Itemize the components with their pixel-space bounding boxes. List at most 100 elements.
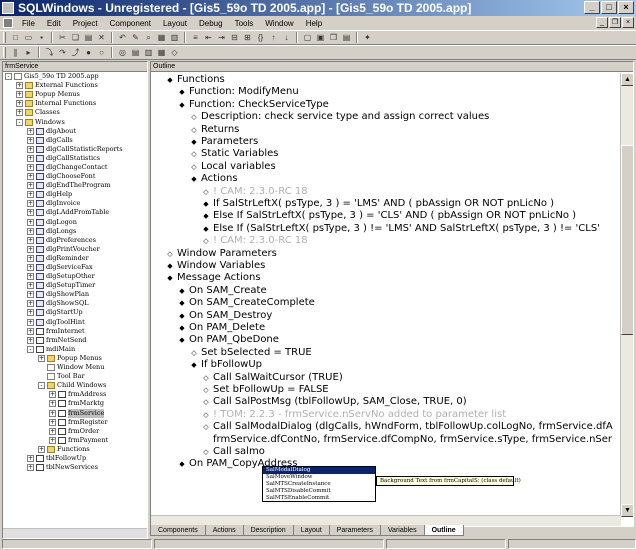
tree-item[interactable]: + Functions (3, 445, 147, 454)
outline-line[interactable]: ◆ On PAM_Delete (177, 322, 265, 334)
outline-line[interactable]: ◆ If bFollowUp (189, 359, 262, 371)
tree-item[interactable]: + dlgInvoice (3, 199, 147, 208)
tree-item[interactable]: + dlgShowPlan (3, 290, 147, 299)
toolbar-grip[interactable] (3, 32, 6, 43)
tree-item[interactable]: + dlgEndTheProgram (3, 181, 147, 190)
expand-icon[interactable]: + (27, 309, 34, 317)
expand-icon[interactable]: + (27, 127, 34, 135)
tree-item[interactable]: + tblFollowUp (3, 454, 147, 463)
tree-item[interactable]: + dlgLogon (3, 218, 147, 227)
outline-line[interactable]: ◆ If SalStrLeftX( psType, 3 ) = 'LMS' AND… (201, 198, 554, 210)
tree-item[interactable]: + dlgCallStatisticReports (3, 145, 147, 154)
expand-icon[interactable]: + (27, 318, 34, 326)
expand-icon[interactable]: + (27, 454, 34, 462)
filled-diamond-icon[interactable]: ◆ (177, 322, 187, 334)
expand-icon[interactable]: + (27, 182, 34, 190)
outline-line[interactable]: ◆ On SAM_CreateComplete (177, 297, 315, 309)
tile-icon[interactable]: ▤ (341, 32, 352, 43)
filled-diamond-icon[interactable]: ◆ (189, 136, 199, 148)
cascade-icon[interactable]: ❐ (328, 32, 339, 43)
outline-vertical-scrollbar[interactable]: ▲ ▼ (620, 73, 633, 517)
tab-outline[interactable]: Outline (423, 525, 464, 536)
tree-item[interactable]: + Classes (3, 108, 147, 117)
tab-parameters[interactable]: Parameters (328, 525, 381, 536)
hollow-diamond-icon[interactable]: ◇ (165, 248, 175, 260)
tree-item[interactable]: + dlgShowSQL (3, 299, 147, 308)
tree-item[interactable]: Window Menu (3, 363, 147, 372)
autocomplete-item[interactable]: SalMTSEnableCommit (263, 495, 375, 501)
outline-line[interactable]: ◆ Window Variables (165, 260, 265, 272)
collapse-icon[interactable]: - (38, 382, 45, 390)
hollow-diamond-icon[interactable]: ◇ (201, 372, 211, 384)
tree-horizontal-scrollbar[interactable] (3, 528, 147, 538)
close-button[interactable]: × (618, 1, 634, 14)
outline-line[interactable]: ◇ Call SalWaitCursor (TRUE) (201, 372, 342, 384)
expand-icon[interactable]: + (27, 236, 34, 244)
tree-item[interactable]: + Popup Menus (3, 354, 147, 363)
hollow-diamond-icon[interactable]: ◇ (201, 186, 211, 198)
collapse-icon[interactable]: - (27, 345, 34, 353)
outline-line[interactable]: ◇ Description: check service type and ass… (189, 111, 489, 123)
autocomplete-item[interactable]: SalModalDialog (263, 467, 375, 474)
filled-diamond-icon[interactable]: ◆ (177, 99, 187, 111)
outline-line[interactable]: ◇ Set bFollowUp = FALSE (201, 384, 328, 396)
filled-diamond-icon[interactable]: ◆ (165, 260, 175, 272)
outline-line[interactable]: ◇! CAM: 2.3.0-RC 18 (201, 186, 307, 198)
document-icon[interactable] (3, 18, 13, 28)
expand-icon[interactable]: + (27, 218, 34, 226)
outline-line[interactable]: ◇ Call salmo (201, 446, 265, 458)
menu-file[interactable]: File (16, 19, 41, 28)
run-icon[interactable]: ▸ (23, 47, 34, 58)
grid-icon[interactable]: ▦ (156, 32, 167, 43)
outline-line[interactable]: ◆ Functions (165, 74, 224, 86)
outline-line[interactable]: ◇ Returns (189, 124, 239, 136)
tree-item[interactable]: + dlgPrintVoucher (3, 245, 147, 254)
filled-diamond-icon[interactable]: ◆ (177, 334, 187, 346)
expand-icon[interactable]: + (27, 264, 34, 272)
tree-item[interactable]: + dlgLAddFromTable (3, 208, 147, 217)
hollow-diamond-icon[interactable]: ◇ (189, 161, 199, 173)
outline-line[interactable]: ◇ Call SalModalDialog (dlgCalls, hWndForm… (201, 421, 612, 433)
outline-line[interactable]: ◆ Else If (SalStrLeftX( psType, 3 ) != 'L… (201, 223, 600, 235)
expand-icon[interactable]: + (27, 291, 34, 299)
filled-diamond-icon[interactable]: ◆ (165, 74, 175, 86)
expand-icon[interactable]: + (27, 245, 34, 253)
outline-line[interactable]: ◆ On PAM_QbeDone (177, 334, 279, 346)
expand-icon[interactable]: + (49, 436, 56, 444)
mdi-restore-button[interactable]: ❐ (609, 17, 621, 28)
tree-item[interactable]: + dlgToolHint (3, 318, 147, 327)
expand-icon[interactable]: + (27, 227, 34, 235)
scroll-up-icon[interactable]: ▲ (621, 73, 633, 86)
tree-item[interactable]: + dlgServiceFax (3, 263, 147, 272)
tree-item[interactable]: Tool Bar (3, 372, 147, 381)
breakpoint-clear-icon[interactable]: ○ (96, 47, 107, 58)
expand-icon[interactable]: + (27, 154, 34, 162)
tab-actions[interactable]: Actions (204, 525, 244, 536)
hollow-diamond-icon[interactable]: ◇ (201, 384, 211, 396)
messages-icon[interactable]: ▦ (156, 47, 167, 58)
tree-item[interactable]: + dlgChooseFont (3, 172, 147, 181)
tree-item[interactable]: + dlgCallStatistics (3, 154, 147, 163)
expand-icon[interactable]: + (27, 273, 34, 281)
collapse-icon[interactable]: ⊟ (229, 32, 240, 43)
hollow-diamond-icon[interactable]: ◇ (189, 111, 199, 123)
demote-icon[interactable]: ⇥ (216, 32, 227, 43)
menu-tools[interactable]: Tools (229, 19, 260, 28)
tree-item[interactable]: - Gis5_59o TD 2005.app (3, 72, 147, 81)
autocomplete-list[interactable]: SalModalDialog SalMoveWindow SalMTSCreat… (262, 466, 376, 502)
paste-icon[interactable]: ▤ (83, 32, 94, 43)
tree-item[interactable]: + Internal Functions (3, 99, 147, 108)
tree-item[interactable]: + dlgStartUp (3, 308, 147, 317)
outline-icon[interactable]: ≡ (190, 32, 201, 43)
tree-item[interactable]: + frmPayment (3, 436, 147, 445)
expand-icon[interactable]: + (38, 354, 45, 362)
expand-icon[interactable]: + (49, 400, 56, 408)
filled-diamond-icon[interactable]: ◆ (189, 173, 199, 185)
expand-icon[interactable]: + (27, 300, 34, 308)
expand-icon[interactable]: + (27, 136, 34, 144)
toolbar-grip[interactable] (3, 47, 6, 58)
tab-components[interactable]: Components (150, 525, 206, 536)
brace-icon[interactable]: {} (255, 32, 266, 43)
outline-line[interactable]: ◇ Call SalPostMsg (tblFollowUp, SAM_Close… (201, 396, 466, 408)
expand-icon[interactable]: + (49, 427, 56, 435)
